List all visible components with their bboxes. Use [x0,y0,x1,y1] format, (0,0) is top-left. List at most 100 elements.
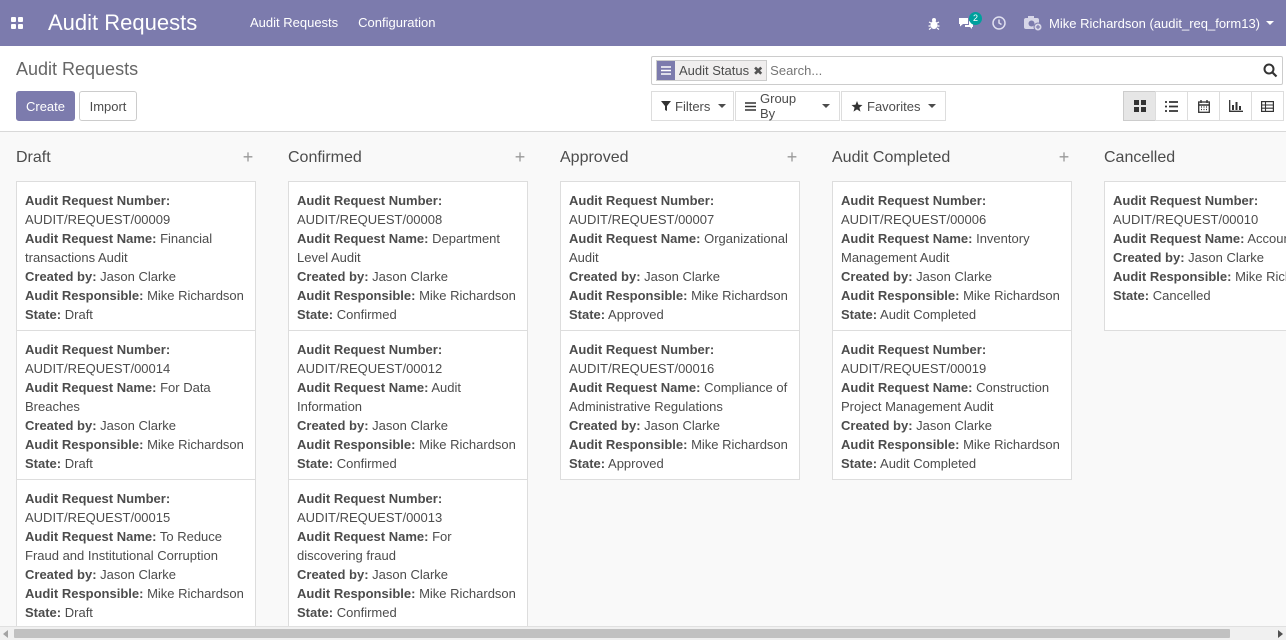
card-responsible-value: Mike Richardson [419,586,516,601]
kanban-card[interactable]: Audit Request Number: AUDIT/REQUEST/00015… [16,479,256,626]
card-created-value: Jason Clarke [372,269,449,284]
card-field-label: Audit Request Name: [569,380,701,395]
debug-bug-icon[interactable] [919,0,949,46]
card-state-value: Confirmed [336,605,397,620]
favorites-label: Favorites [867,98,921,114]
chat-count-badge: 2 [969,12,983,25]
card-state-value: Confirmed [336,456,397,471]
kanban-card[interactable]: Audit Request Number: AUDIT/REQUEST/00008… [288,181,528,331]
card-field-label: State: [25,307,62,322]
card-field-label: Audit Request Number: [841,193,987,208]
card-field-label: Audit Request Number: [25,193,171,208]
kanban-card[interactable]: Audit Request Number: AUDIT/REQUEST/00007… [560,181,800,331]
apps-menu-icon[interactable] [0,0,34,46]
column-quick-create-plus-icon[interactable]: + [240,147,256,168]
kanban-card[interactable]: Audit Request Number: AUDIT/REQUEST/00014… [16,330,256,480]
card-field-label: Audit Responsible: [25,288,144,303]
card-field-label: Audit Request Number: [569,342,715,357]
card-field-label: Audit Responsible: [297,437,416,452]
card-field-label: Audit Request Name: [841,380,973,395]
graph-view-icon[interactable] [1219,91,1252,121]
card-responsible-value: Mike Richardson [963,437,1060,452]
card-field-label: Audit Request Number: [1113,193,1259,208]
card-responsible-value: Mike Richardson [1235,269,1286,284]
card-state-value: Confirmed [336,307,397,322]
messaging-chat-icon[interactable]: 2 [949,0,983,46]
user-avatar-camera-icon [1023,14,1043,32]
column-header: Cancelled [1104,133,1286,182]
card-state-value: Draft [64,307,93,322]
control-panel: Audit Requests Create Import Audit Statu… [0,46,1286,132]
card-number-value: AUDIT/REQUEST/00007 [569,212,715,227]
column-header: Confirmed + [288,133,528,182]
kanban-card[interactable]: Audit Request Number: AUDIT/REQUEST/00016… [560,330,800,480]
view-switcher [1123,91,1284,121]
card-field-label: Audit Request Name: [25,529,157,544]
main-menu: Audit Requests Configuration [240,0,446,46]
card-created-value: Jason Clarke [100,418,177,433]
import-button[interactable]: Import [79,91,137,121]
pivot-view-icon[interactable] [1251,91,1284,121]
card-field-label: Audit Request Name: [297,529,429,544]
card-state-value: Audit Completed [880,456,977,471]
card-state-value: Approved [608,456,664,471]
card-number-value: AUDIT/REQUEST/00008 [297,212,443,227]
card-field-label: Created by: [841,269,913,284]
filters-dropdown[interactable]: Filters [651,91,734,121]
user-menu[interactable]: Mike Richardson (audit_req_form13) [1015,14,1286,32]
favorites-dropdown[interactable]: Favorites [841,91,946,121]
kanban-column: Approved + Audit Request Number: AUDIT/REQU… [560,133,800,480]
kanban-card[interactable]: Audit Request Number: AUDIT/REQUEST/00009… [16,181,256,331]
card-state-value: Audit Completed [880,307,977,322]
menu-audit-requests[interactable]: Audit Requests [240,0,348,46]
card-state-value: Cancelled [1152,288,1211,303]
card-field-label: Audit Request Name: [1113,231,1245,246]
horizontal-scrollbar[interactable] [0,626,1286,640]
column-quick-create-plus-icon[interactable]: + [784,147,800,168]
card-responsible-value: Mike Richardson [963,288,1060,303]
kanban-view-icon[interactable] [1123,91,1156,121]
card-created-value: Jason Clarke [916,269,993,284]
search-magnifier-icon[interactable] [1258,57,1282,84]
card-field-label: Created by: [841,418,913,433]
card-created-value: Jason Clarke [644,418,721,433]
scroll-left-arrow-icon[interactable] [3,630,8,638]
list-view-icon[interactable] [1155,91,1188,121]
facet-label: Audit Status [679,63,750,78]
column-quick-create-plus-icon[interactable]: + [512,147,528,168]
card-field-label: Created by: [25,269,97,284]
kanban-card[interactable]: Audit Request Number: AUDIT/REQUEST/00006… [832,181,1072,331]
facet-remove-icon[interactable]: ✖ [753,64,766,78]
menu-configuration[interactable]: Configuration [348,0,445,46]
card-field-label: Audit Responsible: [569,288,688,303]
favorites-caret-icon [928,104,937,108]
search-input[interactable] [770,63,1258,78]
groupby-dropdown[interactable]: Group By [735,91,840,121]
create-button[interactable]: Create [16,91,75,121]
kanban-board: Draft + Audit Request Number: AUDIT/REQUEST… [0,133,1286,626]
card-number-value: AUDIT/REQUEST/00009 [25,212,171,227]
card-field-label: Audit Request Number: [297,193,443,208]
systray: 2 Mike Richardson (audit_req_form13) [919,0,1286,46]
column-title: Confirmed [288,148,362,166]
card-field-label: Audit Responsible: [1113,269,1232,284]
card-number-value: AUDIT/REQUEST/00006 [841,212,987,227]
kanban-card[interactable]: Audit Request Number: AUDIT/REQUEST/00012… [288,330,528,480]
card-field-label: State: [569,456,606,471]
card-responsible-value: Mike Richardson [691,288,788,303]
column-title: Cancelled [1104,148,1176,166]
card-state-value: Draft [64,605,93,620]
scroll-right-arrow-icon[interactable] [1278,630,1283,638]
kanban-column: Cancelled Audit Request Number: AUDIT/REQU… [1104,133,1286,331]
kanban-card[interactable]: Audit Request Number: AUDIT/REQUEST/00013… [288,479,528,626]
scrollbar-thumb[interactable] [14,629,1230,638]
kanban-column: Confirmed + Audit Request Number: AUDIT/REQ… [288,133,528,626]
user-name: Mike Richardson (audit_req_form13) [1049,15,1260,31]
activity-clock-icon[interactable] [983,0,1015,46]
kanban-card[interactable]: Audit Request Number: AUDIT/REQUEST/00010… [1104,181,1286,331]
calendar-view-icon[interactable] [1187,91,1220,121]
card-responsible-value: Mike Richardson [419,288,516,303]
column-quick-create-plus-icon[interactable]: + [1056,147,1072,168]
card-field-label: Created by: [297,567,369,582]
kanban-card[interactable]: Audit Request Number: AUDIT/REQUEST/00019… [832,330,1072,480]
